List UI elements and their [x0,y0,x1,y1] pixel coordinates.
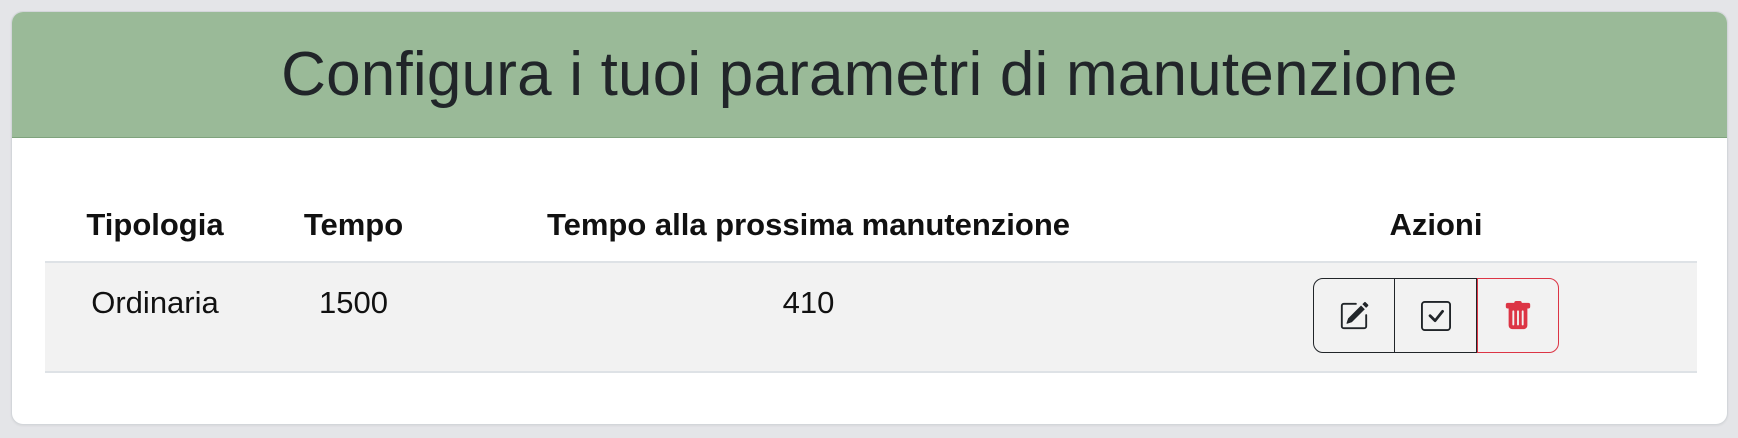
column-header-tempo: Tempo [265,188,442,263]
maintenance-config-card: Configura i tuoi parametri di manutenzio… [11,11,1728,425]
complete-button[interactable] [1395,278,1477,353]
cell-tempo-prossima-value: 410 [782,285,835,320]
column-header-azioni: Azioni [1175,188,1697,263]
edit-icon [1340,301,1369,329]
cell-tipologia: Ordinaria [45,262,265,373]
table-header-row: Tipologia Tempo Tempo alla prossima manu… [45,188,1697,263]
maintenance-table: Tipologia Tempo Tempo alla prossima manu… [45,188,1697,373]
card-header: Configura i tuoi parametri di manutenzio… [12,12,1727,138]
check-square-icon [1420,300,1451,331]
cell-tempo: 1500 [265,262,442,373]
delete-button[interactable] [1477,278,1559,353]
row-actions-group [1313,278,1559,353]
table-row: Ordinaria 1500 410 [45,262,1697,373]
cell-azioni [1175,262,1697,373]
column-header-tipologia: Tipologia [45,188,265,263]
trash-icon [1505,300,1531,329]
cell-tipologia-value: Ordinaria [91,285,219,320]
edit-button[interactable] [1313,278,1395,353]
cell-tempo-prossima: 410 [442,262,1175,373]
page-title: Configura i tuoi parametri di manutenzio… [281,40,1458,109]
cell-tempo-value: 1500 [319,285,388,320]
column-header-tempo-prossima: Tempo alla prossima manutenzione [442,188,1175,263]
